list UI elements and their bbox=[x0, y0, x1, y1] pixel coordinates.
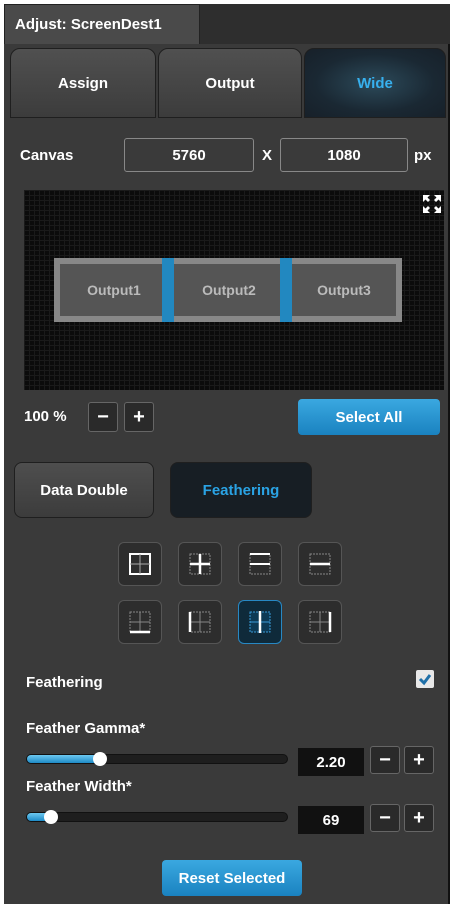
feather-width-decrement-button[interactable]: − bbox=[370, 804, 400, 832]
zoom-value: 100 % bbox=[24, 408, 67, 425]
feather-width-slider[interactable] bbox=[26, 810, 288, 824]
output1-region[interactable]: Output1 bbox=[60, 264, 168, 316]
reset-selected-button[interactable]: Reset Selected bbox=[162, 860, 302, 896]
grid-right-edge-icon bbox=[309, 611, 332, 633]
layout-vertical-line-button[interactable] bbox=[238, 600, 282, 644]
layout-bottom-edge-button[interactable] bbox=[118, 600, 162, 644]
feather-gamma-increment-button[interactable]: + bbox=[404, 746, 434, 774]
feather-seam-2 bbox=[280, 258, 292, 322]
feather-gamma-label: Feather Gamma* bbox=[26, 720, 146, 737]
feather-gamma-decrement-button[interactable]: − bbox=[370, 746, 400, 774]
layout-left-edge-button[interactable] bbox=[178, 600, 222, 644]
canvas-height-input[interactable]: 1080 bbox=[280, 138, 408, 172]
layout-split-horizontal-button[interactable] bbox=[238, 542, 282, 586]
grid-left-edge-icon bbox=[188, 611, 211, 633]
select-all-button[interactable]: Select All bbox=[298, 399, 440, 435]
feather-gamma-thumb[interactable] bbox=[93, 752, 107, 766]
grid-split-horizontal-icon bbox=[249, 553, 271, 575]
canvas-separator: X bbox=[262, 147, 273, 164]
feather-width-label: Feather Width* bbox=[26, 778, 132, 795]
output3-region[interactable]: Output3 bbox=[292, 264, 396, 316]
layout-right-edge-button[interactable] bbox=[298, 600, 342, 644]
canvas-label: Canvas bbox=[20, 147, 74, 164]
output-layout: Output1 Output2 Output3 bbox=[54, 258, 402, 322]
feathering-checkbox[interactable] bbox=[416, 670, 434, 688]
window-title: Adjust: ScreenDest1 bbox=[4, 4, 200, 44]
zoom-in-button[interactable]: + bbox=[124, 402, 154, 432]
feather-seam-1 bbox=[162, 258, 174, 322]
layout-horizontal-line-button[interactable] bbox=[298, 542, 342, 586]
canvas-unit: px bbox=[414, 147, 432, 164]
grid-quad-icon bbox=[129, 553, 151, 575]
output2-region[interactable]: Output2 bbox=[174, 264, 284, 316]
grid-cross-icon bbox=[189, 553, 211, 575]
feather-gamma-slider[interactable] bbox=[26, 752, 288, 766]
tab-wide[interactable]: Wide bbox=[304, 48, 446, 118]
tab-output[interactable]: Output bbox=[158, 48, 302, 118]
feather-width-increment-button[interactable]: + bbox=[404, 804, 434, 832]
expand-icon[interactable] bbox=[422, 194, 442, 214]
tab-feathering[interactable]: Feathering bbox=[170, 462, 312, 518]
zoom-out-button[interactable]: − bbox=[88, 402, 118, 432]
feather-gamma-fill bbox=[27, 755, 101, 763]
feather-gamma-value[interactable]: 2.20 bbox=[298, 748, 364, 776]
feather-width-value[interactable]: 69 bbox=[298, 806, 364, 834]
layout-quad-button[interactable] bbox=[118, 542, 162, 586]
tab-data-double[interactable]: Data Double bbox=[14, 462, 154, 518]
feathering-label: Feathering bbox=[26, 674, 103, 691]
grid-vertical-line-icon bbox=[249, 611, 271, 633]
grid-horizontal-line-icon bbox=[309, 553, 331, 575]
title-strip bbox=[200, 4, 450, 44]
checkmark-icon bbox=[418, 674, 432, 686]
canvas-width-input[interactable]: 5760 bbox=[124, 138, 254, 172]
layout-cross-button[interactable] bbox=[178, 542, 222, 586]
grid-bottom-edge-icon bbox=[129, 611, 151, 634]
tab-assign[interactable]: Assign bbox=[10, 48, 156, 118]
feather-width-thumb[interactable] bbox=[44, 810, 58, 824]
